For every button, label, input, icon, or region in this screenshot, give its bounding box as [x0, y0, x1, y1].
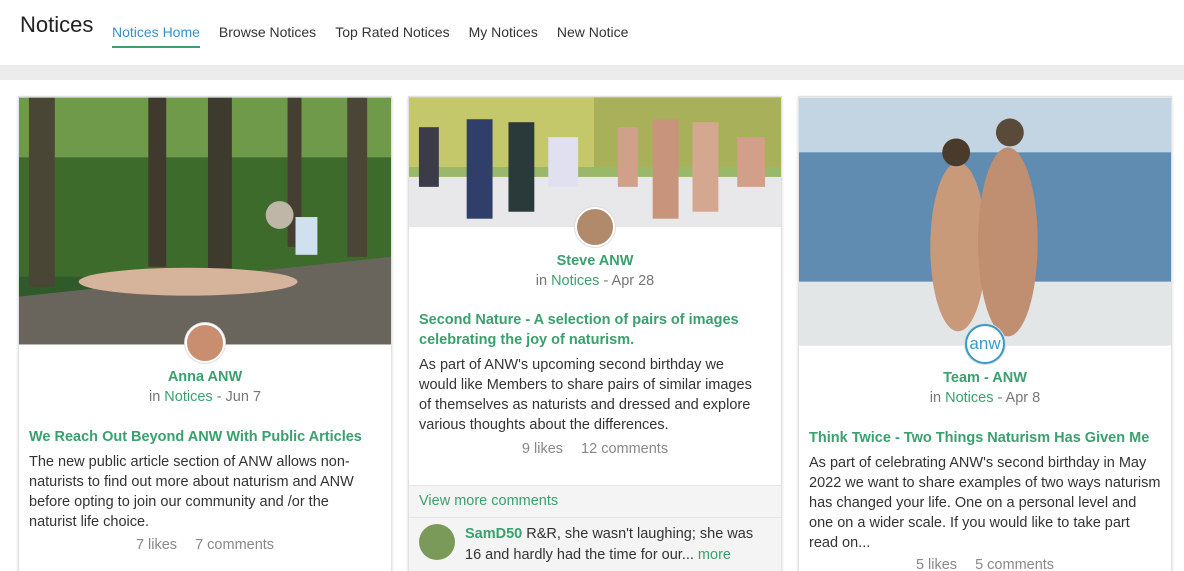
anw-logo-text: anw — [969, 334, 1001, 353]
anw-logo-icon[interactable]: anw — [965, 324, 1005, 364]
forest-photo-icon[interactable] — [19, 97, 391, 345]
comments-count[interactable]: 12 comments — [581, 441, 668, 457]
notice-stats: 5 likes 5 comments — [799, 557, 1171, 571]
notice-excerpt: The new public article section of ANW al… — [29, 454, 354, 530]
notice-excerpt: As part of celebrating ANW's second birt… — [809, 455, 1161, 551]
notice-meta: in Notices - Apr 28 — [409, 273, 781, 289]
notice-meta: in Notices - Apr 8 — [799, 390, 1171, 406]
tab-my-notices[interactable]: My Notices — [469, 24, 538, 48]
notice-title[interactable]: We Reach Out Beyond ANW With Public Arti… — [29, 427, 383, 447]
beach-photo-icon[interactable] — [799, 97, 1171, 346]
category-link[interactable]: Notices — [551, 273, 599, 289]
notice-date: - Apr 28 — [603, 273, 655, 289]
view-more-comments-link[interactable]: View more comments — [409, 485, 781, 517]
author-name[interactable]: Anna ANW — [19, 369, 391, 385]
category-link[interactable]: Notices — [945, 390, 993, 406]
comments-count[interactable]: 7 comments — [195, 537, 274, 553]
user-avatar-icon[interactable] — [575, 207, 615, 247]
notice-meta: in Notices - Jun 7 — [19, 389, 391, 405]
comment: SamD50 R&R, she wasn't laughing; she was … — [409, 517, 781, 571]
category-link[interactable]: Notices — [164, 389, 212, 405]
author-name[interactable]: Steve ANW — [409, 253, 781, 269]
tab-browse-notices[interactable]: Browse Notices — [219, 24, 316, 48]
notice-date: - Apr 8 — [997, 390, 1041, 406]
comment-more-link[interactable]: more — [698, 547, 731, 563]
tab-new-notice[interactable]: New Notice — [557, 24, 629, 48]
top-bar: Notices Notices Home Browse Notices Top … — [0, 0, 1184, 65]
notice-stats: 7 likes 7 comments — [19, 537, 391, 553]
meta-prefix: in — [929, 390, 942, 406]
comments-count[interactable]: 5 comments — [975, 557, 1054, 571]
commenter-avatar-icon[interactable] — [419, 524, 455, 560]
notice-title[interactable]: Think Twice - Two Things Naturism Has Gi… — [809, 428, 1163, 448]
section-divider — [0, 65, 1184, 80]
tab-top-rated-notices[interactable]: Top Rated Notices — [335, 24, 449, 48]
notice-card[interactable]: anw Team - ANW in Notices - Apr 8 Think … — [798, 96, 1172, 571]
user-avatar-icon[interactable] — [185, 323, 225, 363]
likes-count[interactable]: 5 likes — [916, 557, 957, 571]
notice-excerpt: As part of ANW's upcoming second birthda… — [419, 357, 752, 433]
commenter-name[interactable]: SamD50 — [465, 526, 522, 542]
likes-count[interactable]: 9 likes — [522, 441, 563, 457]
comment-body: SamD50 R&R, she wasn't laughing; she was … — [465, 524, 767, 566]
notice-stats: 9 likes 12 comments — [409, 441, 781, 457]
notice-date: - Jun 7 — [216, 389, 262, 405]
likes-count[interactable]: 7 likes — [136, 537, 177, 553]
notice-card[interactable]: Anna ANW in Notices - Jun 7 We Reach Out… — [18, 96, 392, 571]
meta-prefix: in — [535, 273, 548, 289]
notice-title[interactable]: Second Nature - A selection of pairs of … — [419, 310, 773, 350]
meta-prefix: in — [148, 389, 161, 405]
page-title: Notices — [20, 12, 94, 37]
author-name[interactable]: Team - ANW — [799, 370, 1171, 386]
notice-card[interactable]: Steve ANW in Notices - Apr 28 Second Nat… — [408, 96, 782, 571]
tab-notices-home[interactable]: Notices Home — [112, 24, 200, 48]
notices-nav: Notices Home Browse Notices Top Rated No… — [112, 24, 647, 48]
notices-grid: Anna ANW in Notices - Jun 7 We Reach Out… — [0, 80, 1184, 571]
